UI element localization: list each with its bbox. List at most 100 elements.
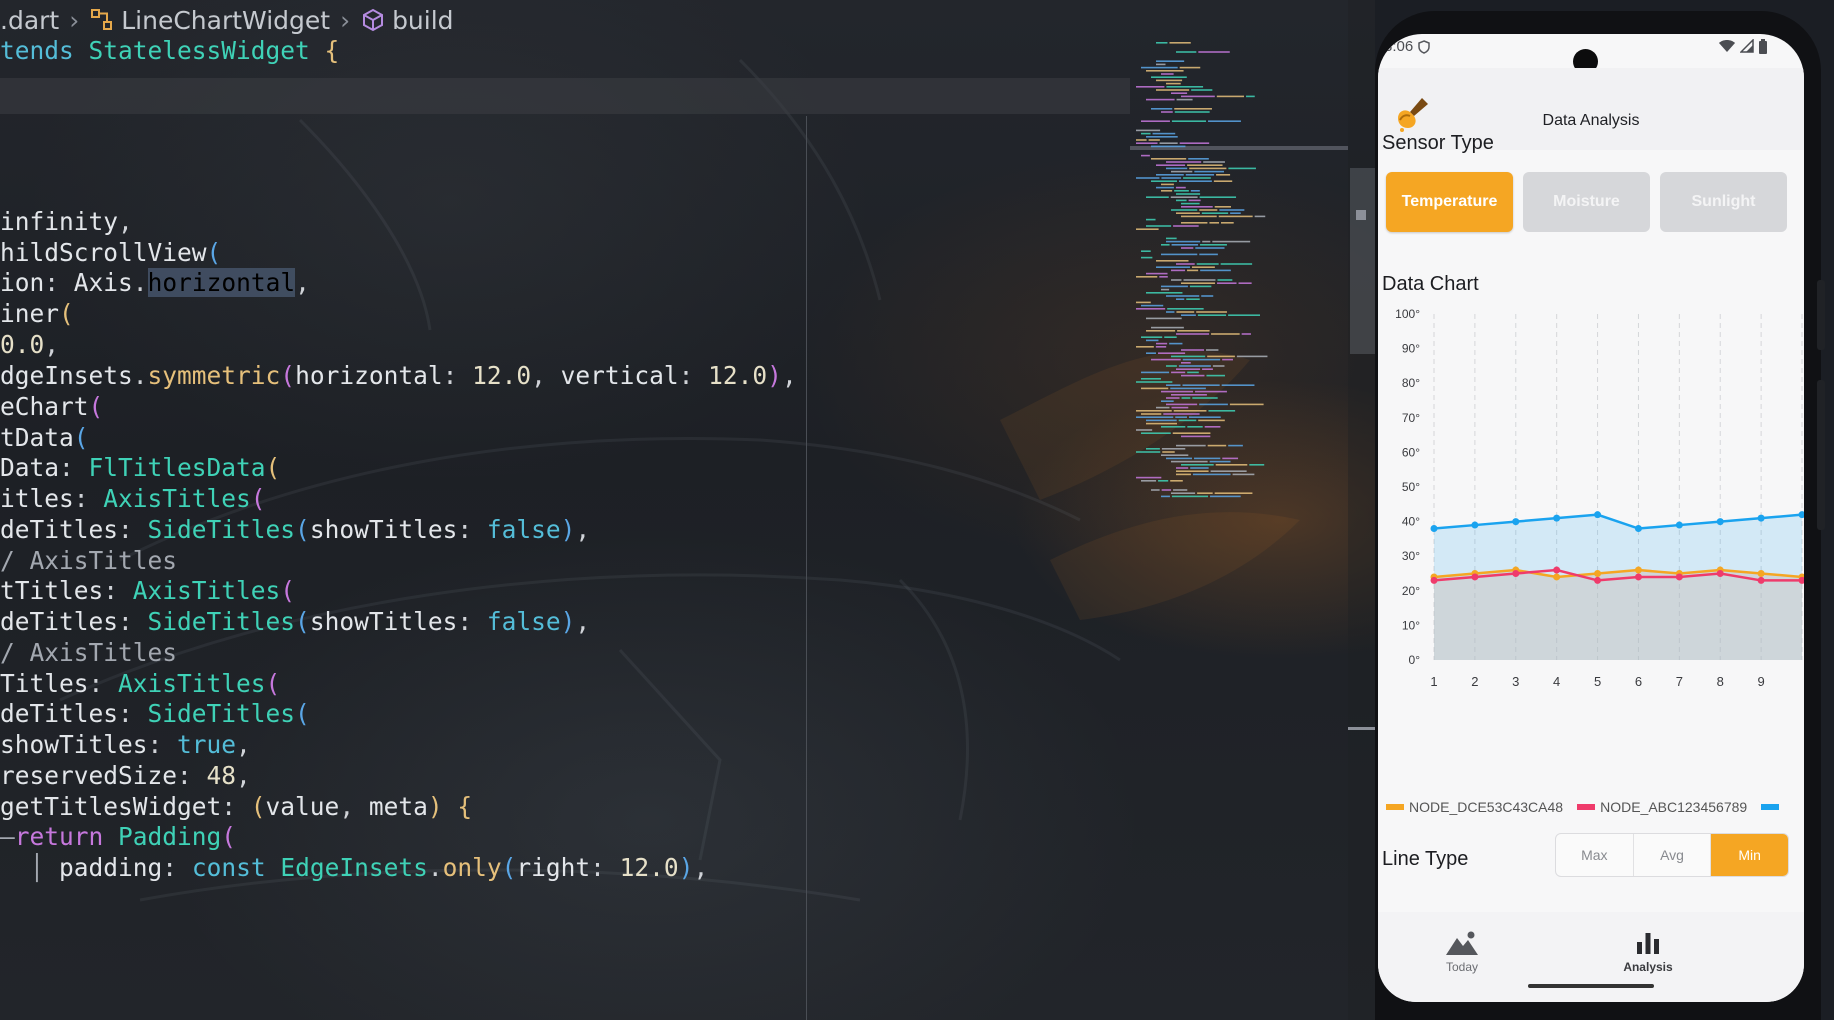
y-tick-label: 50° xyxy=(1402,480,1420,494)
data-point xyxy=(1757,576,1765,584)
home-indicator[interactable] xyxy=(1528,984,1654,988)
code-token: ( xyxy=(280,361,296,390)
minimap-line xyxy=(1146,136,1178,138)
sensor-button-sunlight[interactable]: Sunlight xyxy=(1660,172,1787,232)
code-token: ( xyxy=(250,484,266,513)
minimap-line xyxy=(1181,435,1211,438)
minimap-line xyxy=(1146,330,1176,332)
minimap-line xyxy=(1200,269,1231,272)
minimap-line xyxy=(1176,444,1206,447)
minimap-line xyxy=(1166,403,1198,406)
code-token: false xyxy=(486,515,561,544)
code-token: deTitles xyxy=(0,699,119,728)
nav-item-today[interactable]: Today xyxy=(1402,930,1522,974)
minimap-line xyxy=(1199,253,1218,256)
minimap-line xyxy=(1220,263,1253,265)
minimap-line xyxy=(1173,225,1199,227)
data-point xyxy=(1594,576,1602,584)
minimap-line xyxy=(1181,202,1200,205)
minimap-line xyxy=(1141,250,1151,252)
minimap-line xyxy=(1166,167,1188,170)
minimap-line xyxy=(1146,317,1182,320)
code-token: ( xyxy=(280,576,296,605)
minimap-line xyxy=(1156,164,1186,166)
code-token: iner xyxy=(0,299,60,328)
minimap-line xyxy=(1187,371,1199,374)
minimap-line xyxy=(1136,301,1151,304)
minimap-line xyxy=(1216,174,1231,176)
minimap-line xyxy=(1198,51,1230,53)
minimap-line xyxy=(1189,285,1212,288)
minimap-line xyxy=(1179,142,1210,144)
code-token: false xyxy=(486,607,561,636)
minimap-line xyxy=(1217,282,1237,284)
code-token: return xyxy=(14,822,119,851)
minimap-line xyxy=(1161,183,1174,186)
line-type-avg[interactable]: Avg xyxy=(1634,834,1712,876)
sensor-button-temperature[interactable]: Temperature xyxy=(1386,172,1513,232)
minimap-line xyxy=(1176,368,1201,370)
minimap-line xyxy=(1166,82,1181,85)
minimap-line xyxy=(1151,108,1173,110)
y-tick-label: 100° xyxy=(1395,307,1420,321)
code-token: ( xyxy=(265,453,281,482)
minimap-line xyxy=(1175,416,1187,418)
minimap-line xyxy=(1181,95,1215,98)
minimap-line xyxy=(1136,381,1173,383)
minimap-line xyxy=(1171,244,1199,246)
legend-swatch xyxy=(1577,804,1596,810)
scrollbar-thumb[interactable] xyxy=(1350,168,1375,354)
code-token: 0.0 xyxy=(0,330,45,359)
minimap-line xyxy=(1166,86,1204,88)
code-token: { xyxy=(457,792,473,821)
sensor-button-moisture[interactable]: Moisture xyxy=(1523,172,1650,232)
x-tick-label: 9 xyxy=(1757,674,1764,689)
minimap-line xyxy=(1201,212,1229,214)
minimap-line xyxy=(1161,244,1170,246)
data-point xyxy=(1512,570,1520,577)
signal-icon xyxy=(1740,39,1754,53)
x-tick-label: 5 xyxy=(1594,674,1601,689)
minimap-line xyxy=(1146,339,1159,342)
minimap-line xyxy=(1203,161,1225,163)
chevron-right-icon: › xyxy=(69,5,80,35)
minimap[interactable] xyxy=(1130,0,1348,1020)
minimap-line xyxy=(1157,352,1186,354)
status-time: 8:06 xyxy=(1384,38,1414,55)
vertical-scrollbar[interactable] xyxy=(1348,0,1375,1020)
x-tick-label: 1 xyxy=(1430,674,1437,689)
minimap-line xyxy=(1181,215,1217,218)
minimap-line xyxy=(1151,180,1177,182)
data-point xyxy=(1757,514,1765,522)
breadcrumb-method[interactable]: build xyxy=(392,6,453,35)
minimap-line xyxy=(1146,448,1160,450)
minimap-line xyxy=(1182,358,1221,361)
minimap-line xyxy=(1161,448,1186,450)
nav-item-analysis[interactable]: Analysis xyxy=(1588,930,1708,974)
data-point xyxy=(1634,525,1642,533)
minimap-line xyxy=(1161,111,1173,113)
code-token: : xyxy=(88,669,119,698)
breadcrumb-widget[interactable]: LineChartWidget xyxy=(121,6,330,35)
x-tick-label: 8 xyxy=(1717,674,1724,689)
minimap-line xyxy=(1161,288,1170,291)
code-editor[interactable]: .dart › LineChartWidget › build tends St… xyxy=(0,0,1375,1020)
minimap-line xyxy=(1136,308,1166,310)
line-type-min[interactable]: Min xyxy=(1711,834,1788,876)
code-token: ( xyxy=(295,699,310,728)
minimap-line xyxy=(1174,108,1212,110)
breadcrumb-file[interactable]: .dart xyxy=(0,6,59,35)
legend-label: NODE_DCE53C43CA48 xyxy=(1409,799,1564,815)
code-token: ) xyxy=(427,792,443,821)
minimap-line xyxy=(1166,397,1180,399)
legend-item: NODE_DCE53C43CA48 xyxy=(1386,799,1563,815)
line-type-max[interactable]: Max xyxy=(1556,834,1634,876)
minimap-line xyxy=(1141,120,1170,122)
code-token: value xyxy=(265,792,340,821)
data-point xyxy=(1553,514,1561,522)
minimap-line xyxy=(1195,247,1225,249)
minimap-line xyxy=(1187,269,1199,272)
minimap-line xyxy=(1191,89,1213,91)
minimap-line xyxy=(1181,464,1214,466)
